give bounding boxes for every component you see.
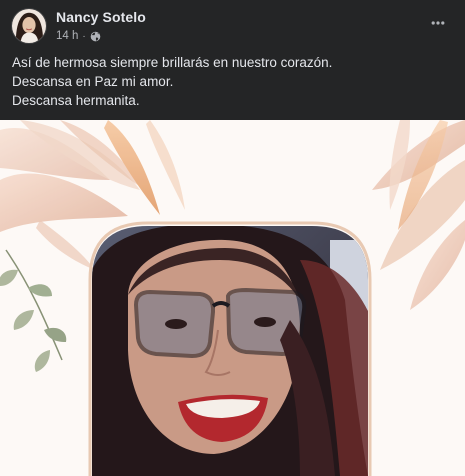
facebook-post: Nancy Sotelo 14 h · Así de hermosa siemp…	[0, 0, 465, 476]
post-timestamp[interactable]: 14 h	[56, 30, 78, 42]
avatar-image	[12, 9, 46, 43]
post-photo[interactable]	[0, 120, 465, 476]
globe-icon[interactable]	[90, 31, 101, 42]
post-caption: Así de hermosa siempre brillarás en nues…	[12, 53, 452, 110]
post-header: Nancy Sotelo 14 h ·	[0, 0, 465, 50]
more-horizontal-icon	[431, 21, 445, 25]
caption-line: Descansa hermanita.	[12, 93, 140, 108]
caption-line: Así de hermosa siempre brillarás en nues…	[12, 55, 333, 70]
meta-separator: ·	[82, 30, 86, 42]
caption-line: Descansa en Paz mi amor.	[12, 74, 174, 89]
memorial-photo-image	[0, 120, 465, 476]
portrait-image	[92, 226, 368, 476]
author-avatar[interactable]	[11, 8, 47, 44]
more-options-button[interactable]	[425, 10, 451, 36]
post-meta: 14 h ·	[56, 29, 101, 43]
author-name[interactable]: Nancy Sotelo	[56, 9, 146, 25]
